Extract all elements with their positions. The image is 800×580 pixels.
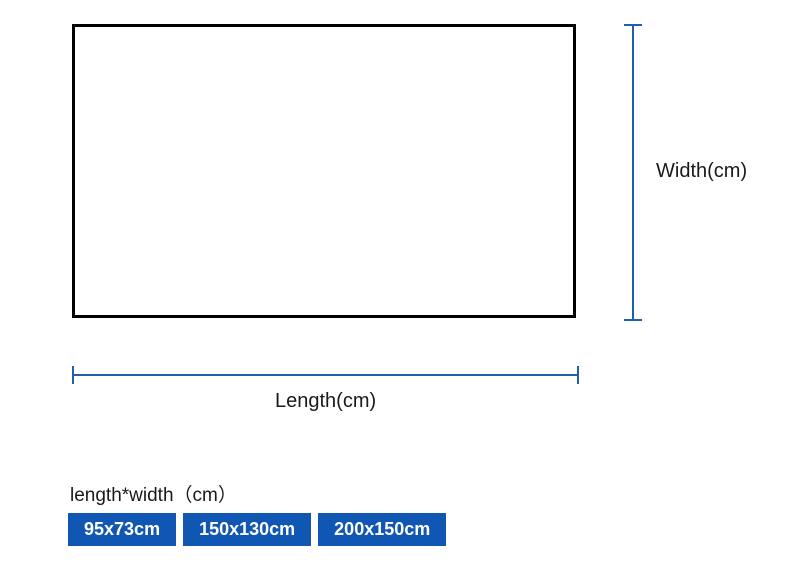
- width-label: Width(cm): [656, 160, 747, 183]
- size-option-1: 95x73cm: [68, 513, 176, 546]
- width-dimension-line: [632, 24, 634, 321]
- dimension-rectangle: [72, 24, 576, 318]
- dimension-diagram: Width(cm) Length(cm) length*width（cm） 95…: [0, 0, 800, 580]
- size-option-2: 150x130cm: [183, 513, 311, 546]
- length-dimension-line: [72, 374, 579, 376]
- size-option-3: 200x150cm: [318, 513, 446, 546]
- size-header-label: length*width（cm）: [70, 480, 237, 507]
- length-label: Length(cm): [275, 390, 376, 413]
- size-options-container: 95x73cm 150x130cm 200x150cm: [68, 513, 446, 546]
